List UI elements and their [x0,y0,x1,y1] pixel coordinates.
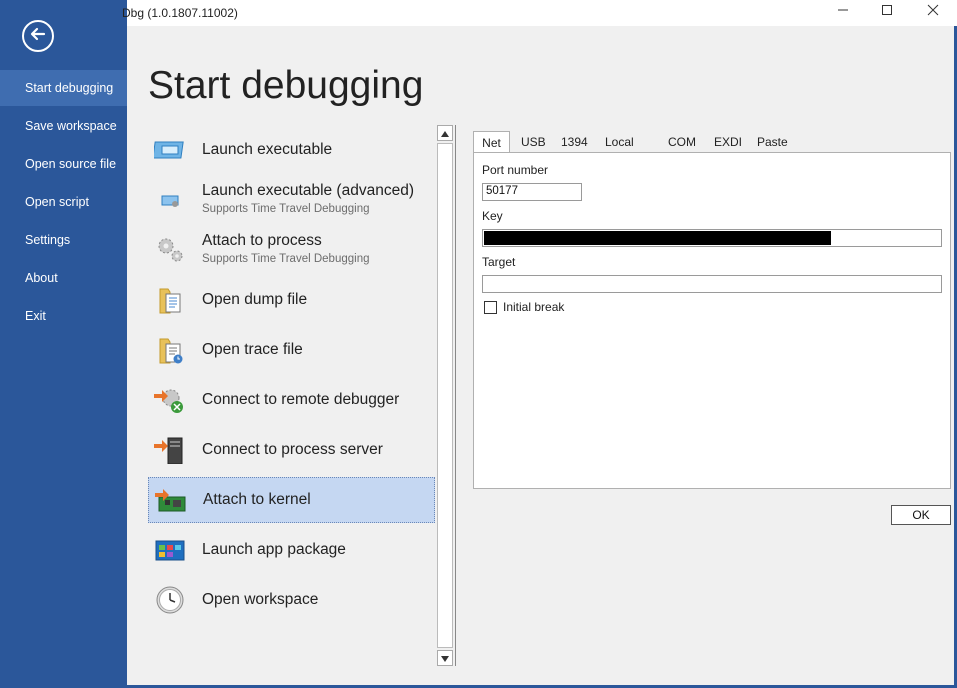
target-label: Target [482,255,516,269]
panel-divider [455,125,456,666]
option-sublabel: Supports Time Travel Debugging [202,203,370,215]
executable-icon [152,136,186,164]
key-label: Key [482,209,503,223]
tab-paste[interactable]: Paste [753,131,792,153]
window-title: Dbg (1.0.1807.11002) [122,6,238,20]
maximize-icon [881,3,893,21]
sidebar-item-exit[interactable]: Exit [0,298,127,334]
close-button[interactable] [923,3,943,21]
tab-usb[interactable]: USB [517,131,550,153]
port-number-label: Port number [482,163,549,177]
ok-button[interactable]: OK [891,505,951,525]
initial-break-label: Initial break [503,300,565,314]
remote-debugger-icon [154,386,186,414]
back-arrow-icon [29,25,47,48]
minimize-icon [837,3,849,21]
kernel-icon [155,487,187,515]
minimize-button[interactable] [833,3,853,21]
option-label: Launch executable [202,141,333,158]
tab-local-label: Local [605,135,634,149]
close-icon [927,3,939,21]
option-attach-to-process[interactable]: Attach to process Supports Time Travel D… [148,227,435,273]
option-label: Open workspace [202,591,319,608]
maximize-button[interactable] [877,3,897,21]
option-launch-executable-advanced[interactable]: Launch executable (advanced) Supports Ti… [148,177,435,223]
key-input[interactable] [482,229,942,247]
tab-net[interactable]: Net [473,131,510,154]
process-server-icon [154,436,186,465]
tab-exdi[interactable]: EXDI [710,131,746,153]
target-input[interactable] [482,275,942,293]
scroll-up-button[interactable] [437,125,453,141]
option-label: Attach to kernel [203,491,311,508]
dump-file-icon [154,286,186,314]
option-label: Open trace file [202,341,303,358]
net-settings-panel: Port number 50177 Key Target Initial bre… [473,152,951,489]
option-connect-process-server[interactable]: Connect to process server [148,427,435,473]
option-launch-executable[interactable]: Launch executable [148,127,435,173]
clock-icon [154,586,186,614]
sidebar-item-open-script[interactable]: Open script [0,184,127,220]
tab-1394[interactable]: 1394 [557,131,592,153]
app-package-icon [154,536,186,564]
sidebar-item-about[interactable]: About [0,260,127,296]
option-label: Launch executable (advanced) [202,182,414,199]
redacted-key [484,231,831,245]
option-sublabel: Supports Time Travel Debugging [202,253,370,265]
option-open-trace-file[interactable]: Open trace file [148,327,435,373]
initial-break-checkbox[interactable] [484,301,497,314]
tab-com[interactable]: COM [664,131,700,153]
executable-advanced-icon [154,186,186,214]
sidebar-item-settings[interactable]: Settings [0,222,127,258]
scroll-down-button[interactable] [437,650,453,666]
option-label: Connect to process server [202,441,383,458]
option-connect-remote-debugger[interactable]: Connect to remote debugger [148,377,435,423]
triangle-up-icon [441,124,449,142]
tab-local[interactable]: Local [601,131,638,170]
back-button[interactable] [22,20,54,52]
trace-file-icon [154,336,186,364]
option-attach-to-kernel[interactable]: Attach to kernel [148,477,435,523]
page-title: Start debugging [148,64,424,107]
sidebar-item-open-source-file[interactable]: Open source file [0,146,127,182]
option-label: Connect to remote debugger [202,391,400,408]
option-open-workspace[interactable]: Open workspace [148,577,435,623]
port-number-input[interactable]: 50177 [482,183,582,201]
options-scrollbar[interactable] [437,125,453,666]
option-launch-app-package[interactable]: Launch app package [148,527,435,573]
option-label: Open dump file [202,291,308,308]
title-bar: Dbg (1.0.1807.11002) [122,0,957,26]
sidebar-item-save-workspace[interactable]: Save workspace [0,108,127,144]
gears-icon [154,236,186,264]
option-label: Launch app package [202,541,346,558]
sidebar-item-start-debugging[interactable]: Start debugging [0,70,127,106]
option-open-dump-file[interactable]: Open dump file [148,277,435,323]
triangle-down-icon [441,649,449,667]
scroll-track[interactable] [437,143,453,648]
option-label: Attach to process [202,232,322,249]
sidebar: Start debugging Save workspace Open sour… [0,0,127,688]
